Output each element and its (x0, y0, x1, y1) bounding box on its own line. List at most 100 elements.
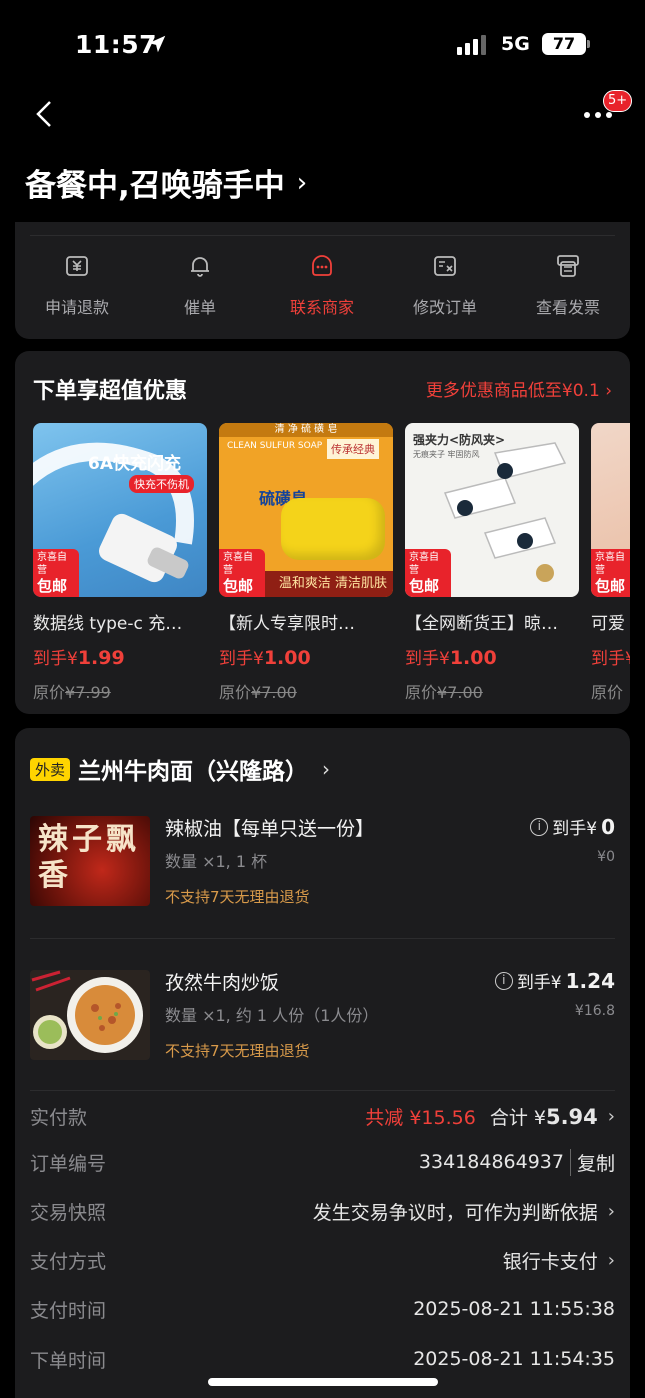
bell-icon (191, 257, 209, 277)
order-time: 2025-08-21 11:54:35 (413, 1348, 615, 1370)
info-icon[interactable]: i (494, 971, 513, 990)
location-arrow-icon (148, 35, 166, 53)
product-name: 【新人专享限时… (219, 614, 355, 634)
info-icon[interactable]: i (530, 817, 549, 836)
product-name: 【全网断货王】晾… (405, 614, 558, 634)
chevron-right-icon: › (607, 1200, 615, 1222)
refund-button[interactable]: 申请退款 (22, 252, 132, 318)
self-operated-tag: 京喜自营 包邮 (591, 549, 630, 597)
item-name: 辣椒油【每单只送一份】 (165, 818, 375, 840)
product-image: 强夹力<防风夹> 无痕夹子 牢固防风 京喜自营 包邮 (405, 423, 579, 597)
contact-merchant-button[interactable]: 联系商家 (267, 252, 377, 318)
order-number-label: 订单编号 (30, 1152, 107, 1175)
pay-time-row: 支付时间 2025-08-21 11:55:38 (30, 1294, 615, 1324)
divider (30, 235, 615, 236)
product-original-price: 原价¥7.00 (405, 683, 483, 702)
product-name: 数据线 type-c 充… (33, 614, 183, 634)
paid-amount-value: 共减 ¥15.56 合计 ¥5.94 › (365, 1103, 615, 1130)
divider (30, 1090, 615, 1091)
product-price: 到手¥1.00 (405, 647, 497, 669)
product-image-text: CLEAN SULFUR SOAP (227, 441, 323, 451)
fried-rice-illustration (31, 970, 143, 1053)
payment-method: 银行卡支付 (502, 1250, 598, 1273)
home-indicator[interactable] (208, 1378, 438, 1386)
product-name: 可爱 (591, 614, 625, 634)
product-image-tag: 快充不伤机 (129, 475, 194, 493)
product-image-text: 清 净 硫 磺 皂 (219, 423, 393, 437)
urge-label: 催单 (183, 298, 216, 317)
item-image-text: 辣子飘香 (38, 822, 140, 893)
item-original-price: ¥0 (597, 849, 615, 865)
discount-amount: 共减 ¥15.56 (365, 1106, 476, 1129)
pay-time: 2025-08-21 11:55:38 (413, 1298, 615, 1320)
item-paid-price: i 到手¥ 1.24 (494, 968, 615, 993)
order-status-text: 备餐中,召唤骑手中 (25, 168, 285, 204)
order-number-row: 订单编号 334184864937 复制 (30, 1147, 615, 1177)
refund-label: 申请退款 (44, 298, 109, 317)
paid-amount-label: 实付款 (30, 1106, 88, 1129)
payment-method-row[interactable]: 支付方式 银行卡支付 › (30, 1245, 615, 1275)
no-return-notice: 不支持7天无理由退货 (165, 1042, 310, 1060)
order-time-label: 下单时间 (30, 1349, 107, 1372)
product-card[interactable]: 强夹力<防风夹> 无痕夹子 牢固防风 京喜自营 包邮 【全网断货王】晾… 到手¥1… (405, 423, 579, 703)
divider (30, 938, 615, 939)
edit-order-label: 修改订单 (412, 298, 477, 317)
battery-icon: 77 (542, 33, 586, 55)
product-card[interactable]: 清 净 硫 磺 皂 CLEAN SULFUR SOAP 传承经典 硫磺皂 温和爽… (219, 423, 393, 703)
network-type: 5G (501, 33, 530, 55)
product-image: 清 净 硫 磺 皂 CLEAN SULFUR SOAP 传承经典 硫磺皂 温和爽… (219, 423, 393, 597)
chevron-right-icon: › (605, 381, 612, 401)
product-image: 6A快充闪充 快充不伤机 京喜自营 包邮 (33, 423, 207, 597)
view-invoice-label: 查看发票 (535, 298, 600, 317)
snapshot-label: 交易快照 (30, 1201, 107, 1224)
product-original-price: 原价¥7.99 (33, 683, 111, 702)
chevron-right-icon: › (607, 1249, 615, 1271)
order-status-title[interactable]: 备餐中,召唤骑手中 › (25, 160, 307, 205)
promo-more-text: 更多优惠商品低至¥0.1 (425, 381, 600, 401)
merchant-icon (312, 255, 332, 276)
back-button[interactable] (30, 98, 60, 130)
item-quantity: 数量 ×1, 1 杯 (165, 852, 268, 871)
chevron-right-icon: › (322, 757, 331, 781)
refund-icon (66, 256, 88, 276)
urge-button[interactable]: 催单 (145, 252, 255, 318)
item-quantity: 数量 ×1, 约 1 人份（1人份） (165, 1006, 379, 1025)
order-item[interactable]: 辣子飘香 辣椒油【每单只送一份】 数量 ×1, 1 杯 不支持7天无理由退货 i… (30, 814, 615, 926)
view-invoice-button[interactable]: 查看发票 (513, 252, 623, 318)
promo-title: 下单享超值优惠 (33, 379, 188, 404)
product-price: 到手¥1.99 (33, 647, 125, 669)
paid-amount-row[interactable]: 实付款 共减 ¥15.56 合计 ¥5.94 › (30, 1101, 615, 1131)
no-return-notice: 不支持7天无理由退货 (165, 888, 310, 906)
payment-method-label: 支付方式 (30, 1250, 107, 1273)
product-card[interactable]: 京喜自营包邮 可爱 到手¥ 原价 (591, 423, 630, 703)
item-name: 孜然牛肉炒饭 (165, 972, 280, 994)
total-amount: 合计 ¥5.94 (489, 1104, 598, 1129)
snapshot-row[interactable]: 交易快照 发生交易争议时，可作为判断依据 › (30, 1196, 615, 1226)
product-image: 京喜自营 包邮 (591, 423, 630, 597)
item-paid-price: i 到手¥ 0 (530, 814, 615, 839)
product-original-price: 原价 (591, 683, 624, 702)
self-operated-tag: 京喜自营 包邮 (33, 549, 79, 597)
more-icon (584, 112, 612, 118)
product-price: 到手¥ (591, 649, 630, 669)
battery-tip (587, 40, 590, 48)
copy-button[interactable]: 复制 (569, 1148, 615, 1176)
signal-icon (457, 35, 486, 55)
store-order-card: 外卖 兰州牛肉面（兴隆路） › 辣子飘香 辣椒油【每单只送一份】 数量 ×1, … (15, 728, 630, 1398)
order-item[interactable]: 孜然牛肉炒饭 数量 ×1, 约 1 人份（1人份） 不支持7天无理由退货 i 到… (30, 968, 615, 1080)
self-operated-tag: 京喜自营 包邮 (405, 549, 451, 597)
product-original-price: 原价¥7.00 (219, 683, 297, 702)
order-actions-card: 申请退款 催单 联系商家 修改订单 查看发票 (15, 222, 630, 339)
clock: 11:57 (75, 30, 158, 59)
chevron-right-icon: › (296, 167, 308, 198)
item-image (30, 970, 150, 1060)
edit-order-button[interactable]: 修改订单 (390, 252, 500, 318)
product-image-text: 传承经典 (327, 439, 379, 459)
store-header[interactable]: 外卖 兰州牛肉面（兴隆路） › (30, 752, 330, 786)
message-badge: 5+ (603, 90, 633, 112)
promo-more-link[interactable]: 更多优惠商品低至¥0.1 › (426, 376, 612, 401)
store-name: 兰州牛肉面（兴隆路） (78, 759, 309, 785)
product-card[interactable]: 6A快充闪充 快充不伤机 京喜自营 包邮 数据线 type-c 充… 到手¥1.9… (33, 423, 207, 703)
self-operated-tag: 京喜自营 包邮 (219, 549, 265, 597)
pay-time-label: 支付时间 (30, 1299, 107, 1322)
